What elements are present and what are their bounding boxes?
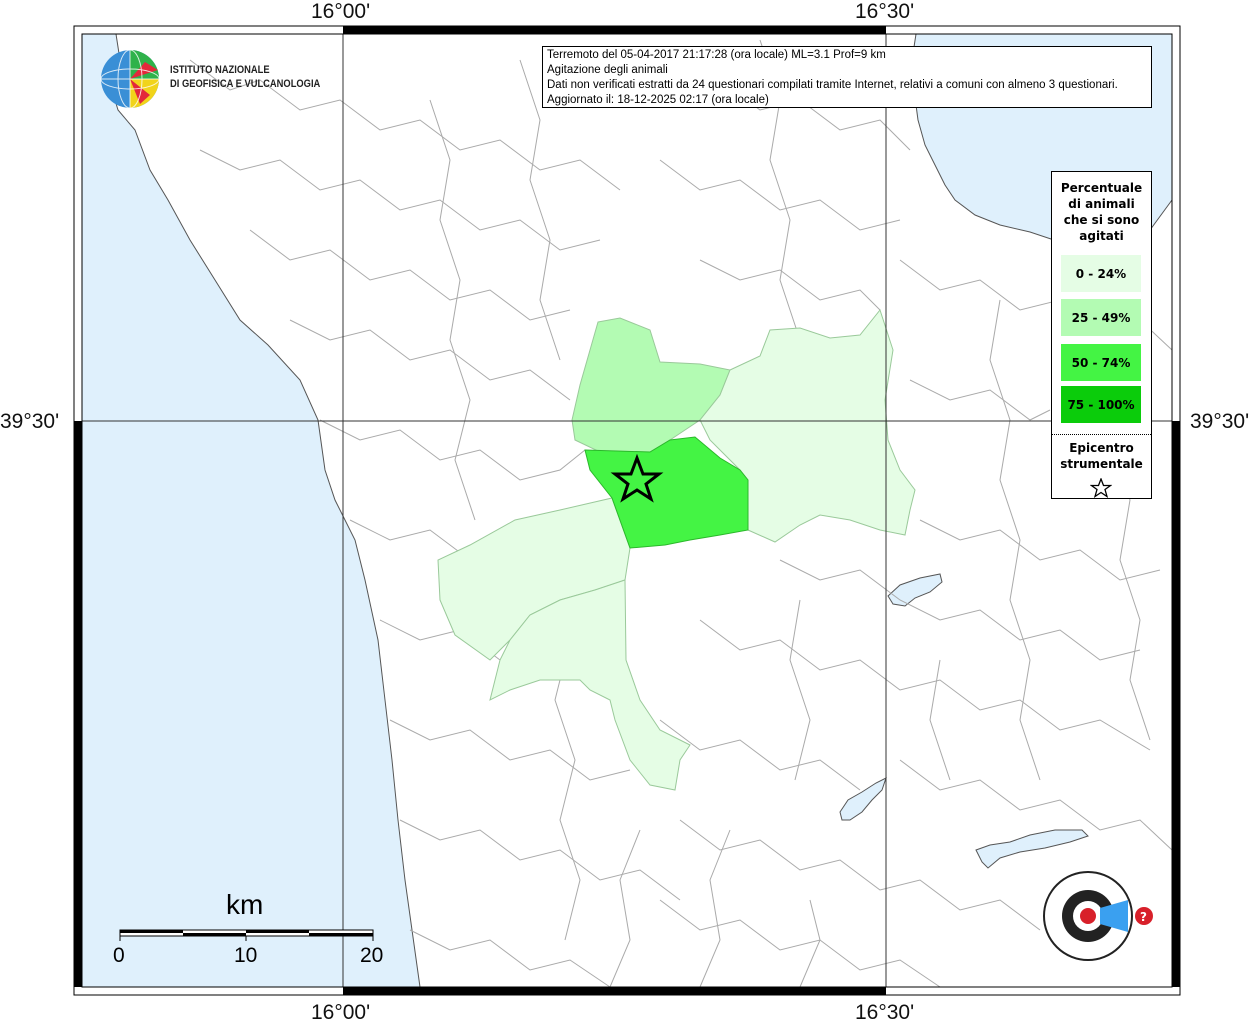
scale-label-10: 10 [234,944,258,967]
coord-left: 39°30' [0,410,60,433]
institute-name: ISTITUTO NAZIONALE DI GEOFISICA E VULCAN… [170,63,320,91]
institute-name-line2: DI GEOFISICA E VULCANOLOGIA [170,78,321,90]
legend-separator [1052,434,1151,435]
legend-item-75-100: 75 - 100% [1061,386,1141,423]
scale-label-20: 20 [360,944,384,967]
coord-bottom-left: 16°00' [311,1001,371,1024]
legend-item-25-49: 25 - 49% [1061,299,1141,336]
event-info-line1: Terremoto del 05-04-2017 21:17:28 (ora l… [547,49,886,61]
coord-right: 39°30' [1190,410,1250,433]
institute-name-line1: ISTITUTO NAZIONALE [170,64,270,76]
legend-title: Percentuale di animali che si sono agita… [1060,181,1143,243]
event-info-box: Terremoto del 05-04-2017 21:17:28 (ora l… [542,46,1152,108]
coord-top-right: 16°30' [855,0,915,23]
legend-star-icon [1090,478,1112,498]
scale-unit: km [226,889,264,920]
legend-item-50-74: 50 - 74% [1061,344,1141,381]
ingv-logo-icon [100,49,160,109]
scale-label-0: 0 [113,944,125,967]
legend-item-0-24: 0 - 24% [1061,255,1141,292]
coord-top-left: 16°00' [311,0,371,23]
event-info-line3: Dati non verificati estratti da 24 quest… [547,79,1118,91]
event-info-line4: Aggiornato il: 18-12-2025 02:17 (ora loc… [547,94,769,106]
map-canvas: ? [73,25,1181,996]
svg-text:?: ? [1140,910,1147,924]
legend-epicenter-label: Epicentro strumentale [1060,441,1143,471]
legend: Percentuale di animali che si sono agita… [1051,171,1152,499]
event-info-line2: Agitazione degli animali [547,64,668,76]
coord-bottom-right: 16°30' [855,1001,915,1024]
